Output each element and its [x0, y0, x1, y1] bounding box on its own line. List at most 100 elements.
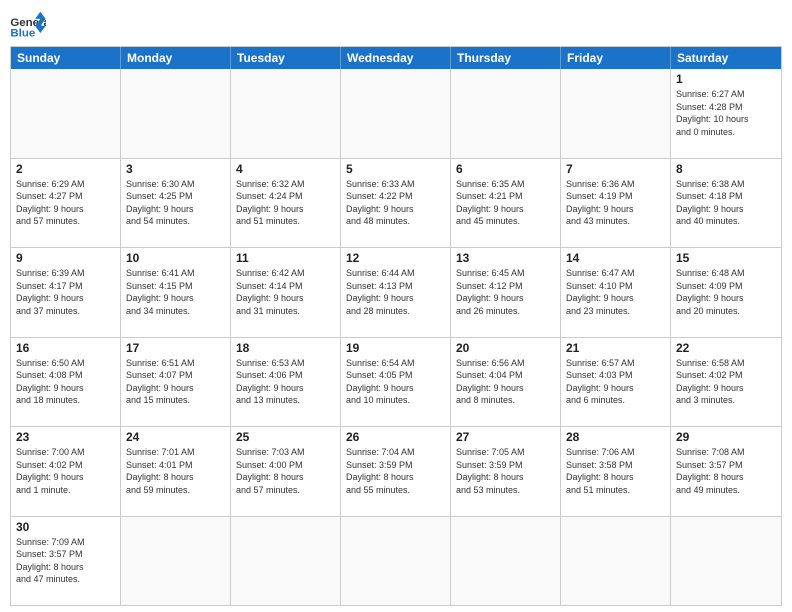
day-number: 5: [346, 162, 445, 176]
day-number: 8: [676, 162, 776, 176]
day-info: Sunrise: 6:42 AM Sunset: 4:14 PM Dayligh…: [236, 267, 335, 317]
svg-text:Blue: Blue: [10, 27, 35, 39]
day-info: Sunrise: 6:58 AM Sunset: 4:02 PM Dayligh…: [676, 357, 776, 407]
day-info: Sunrise: 6:30 AM Sunset: 4:25 PM Dayligh…: [126, 178, 225, 228]
day-cell-28: 28 Sunrise: 7:06 AM Sunset: 3:58 PM Dayli…: [561, 427, 671, 517]
day-cell-25: 25 Sunrise: 7:03 AM Sunset: 4:00 PM Dayli…: [231, 427, 341, 517]
day-info: Sunrise: 7:01 AM Sunset: 4:01 PM Dayligh…: [126, 446, 225, 496]
day-number: 7: [566, 162, 665, 176]
day-info: Sunrise: 6:56 AM Sunset: 4:04 PM Dayligh…: [456, 357, 555, 407]
day-info: Sunrise: 6:27 AM Sunset: 4:28 PM Dayligh…: [676, 88, 776, 138]
day-cell-17: 17 Sunrise: 6:51 AM Sunset: 4:07 PM Dayli…: [121, 338, 231, 428]
day-info: Sunrise: 6:41 AM Sunset: 4:15 PM Dayligh…: [126, 267, 225, 317]
day-info: Sunrise: 6:32 AM Sunset: 4:24 PM Dayligh…: [236, 178, 335, 228]
day-info: Sunrise: 6:54 AM Sunset: 4:05 PM Dayligh…: [346, 357, 445, 407]
day-info: Sunrise: 7:05 AM Sunset: 3:59 PM Dayligh…: [456, 446, 555, 496]
day-info: Sunrise: 7:09 AM Sunset: 3:57 PM Dayligh…: [16, 536, 115, 586]
empty-cell: [11, 69, 121, 159]
day-cell-27: 27 Sunrise: 7:05 AM Sunset: 3:59 PM Dayli…: [451, 427, 561, 517]
day-cell-21: 21Sunrise: 6:57 AM Sunset: 4:03 PM Dayli…: [561, 338, 671, 428]
day-cell-24: 24 Sunrise: 7:01 AM Sunset: 4:01 PM Dayli…: [121, 427, 231, 517]
calendar-header: SundayMondayTuesdayWednesdayThursdayFrid…: [11, 47, 781, 69]
day-info: Sunrise: 6:39 AM Sunset: 4:17 PM Dayligh…: [16, 267, 115, 317]
day-cell-2: 2Sunrise: 6:29 AM Sunset: 4:27 PM Daylig…: [11, 159, 121, 249]
day-number: 6: [456, 162, 555, 176]
day-number: 24: [126, 430, 225, 444]
empty-cell: [561, 69, 671, 159]
day-number: 11: [236, 251, 335, 265]
logo-icon: General Blue: [10, 10, 46, 40]
day-header-thursday: Thursday: [451, 47, 561, 69]
day-cell-8: 8 Sunrise: 6:38 AM Sunset: 4:18 PM Daylig…: [671, 159, 781, 249]
day-cell-11: 11 Sunrise: 6:42 AM Sunset: 4:14 PM Dayli…: [231, 248, 341, 338]
calendar-body: 1 Sunrise: 6:27 AM Sunset: 4:28 PM Daylig…: [11, 69, 781, 605]
day-cell-20: 20 Sunrise: 6:56 AM Sunset: 4:04 PM Dayli…: [451, 338, 561, 428]
day-cell-12: 12 Sunrise: 6:44 AM Sunset: 4:13 PM Dayli…: [341, 248, 451, 338]
day-number: 13: [456, 251, 555, 265]
empty-cell: [341, 69, 451, 159]
logo: General Blue: [10, 10, 46, 40]
empty-cell: [341, 517, 451, 606]
day-number: 18: [236, 341, 335, 355]
calendar-page: General Blue SundayMondayTuesdayWednesda…: [0, 0, 792, 612]
empty-cell: [231, 69, 341, 159]
empty-cell: [561, 517, 671, 606]
day-info: Sunrise: 7:06 AM Sunset: 3:58 PM Dayligh…: [566, 446, 665, 496]
empty-cell: [451, 517, 561, 606]
day-info: Sunrise: 6:51 AM Sunset: 4:07 PM Dayligh…: [126, 357, 225, 407]
day-number: 1: [676, 72, 776, 86]
day-cell-23: 23Sunrise: 7:00 AM Sunset: 4:02 PM Dayli…: [11, 427, 121, 517]
day-header-friday: Friday: [561, 47, 671, 69]
day-info: Sunrise: 6:35 AM Sunset: 4:21 PM Dayligh…: [456, 178, 555, 228]
day-number: 20: [456, 341, 555, 355]
day-number: 12: [346, 251, 445, 265]
day-info: Sunrise: 6:38 AM Sunset: 4:18 PM Dayligh…: [676, 178, 776, 228]
day-number: 15: [676, 251, 776, 265]
day-number: 27: [456, 430, 555, 444]
day-number: 2: [16, 162, 115, 176]
day-info: Sunrise: 7:03 AM Sunset: 4:00 PM Dayligh…: [236, 446, 335, 496]
day-info: Sunrise: 7:08 AM Sunset: 3:57 PM Dayligh…: [676, 446, 776, 496]
day-cell-16: 16 Sunrise: 6:50 AM Sunset: 4:08 PM Dayli…: [11, 338, 121, 428]
day-cell-26: 26 Sunrise: 7:04 AM Sunset: 3:59 PM Dayli…: [341, 427, 451, 517]
day-header-wednesday: Wednesday: [341, 47, 451, 69]
day-cell-13: 13 Sunrise: 6:45 AM Sunset: 4:12 PM Dayli…: [451, 248, 561, 338]
day-number: 9: [16, 251, 115, 265]
day-info: Sunrise: 6:50 AM Sunset: 4:08 PM Dayligh…: [16, 357, 115, 407]
day-info: Sunrise: 6:36 AM Sunset: 4:19 PM Dayligh…: [566, 178, 665, 228]
day-cell-5: 5 Sunrise: 6:33 AM Sunset: 4:22 PM Daylig…: [341, 159, 451, 249]
day-info: Sunrise: 6:47 AM Sunset: 4:10 PM Dayligh…: [566, 267, 665, 317]
day-header-monday: Monday: [121, 47, 231, 69]
day-number: 21: [566, 341, 665, 355]
day-cell-19: 19 Sunrise: 6:54 AM Sunset: 4:05 PM Dayli…: [341, 338, 451, 428]
calendar: SundayMondayTuesdayWednesdayThursdayFrid…: [10, 46, 782, 606]
day-number: 4: [236, 162, 335, 176]
day-number: 16: [16, 341, 115, 355]
day-cell-14: 14Sunrise: 6:47 AM Sunset: 4:10 PM Dayli…: [561, 248, 671, 338]
day-number: 25: [236, 430, 335, 444]
day-number: 19: [346, 341, 445, 355]
day-cell-29: 29 Sunrise: 7:08 AM Sunset: 3:57 PM Dayli…: [671, 427, 781, 517]
empty-cell: [121, 69, 231, 159]
day-number: 28: [566, 430, 665, 444]
day-cell-18: 18 Sunrise: 6:53 AM Sunset: 4:06 PM Dayli…: [231, 338, 341, 428]
day-info: Sunrise: 6:44 AM Sunset: 4:13 PM Dayligh…: [346, 267, 445, 317]
day-info: Sunrise: 6:45 AM Sunset: 4:12 PM Dayligh…: [456, 267, 555, 317]
day-cell-15: 15 Sunrise: 6:48 AM Sunset: 4:09 PM Dayli…: [671, 248, 781, 338]
day-number: 29: [676, 430, 776, 444]
day-info: Sunrise: 6:48 AM Sunset: 4:09 PM Dayligh…: [676, 267, 776, 317]
day-number: 26: [346, 430, 445, 444]
day-cell-10: 10 Sunrise: 6:41 AM Sunset: 4:15 PM Dayli…: [121, 248, 231, 338]
day-cell-30: 30Sunrise: 7:09 AM Sunset: 3:57 PM Dayli…: [11, 517, 121, 606]
day-info: Sunrise: 6:53 AM Sunset: 4:06 PM Dayligh…: [236, 357, 335, 407]
day-header-saturday: Saturday: [671, 47, 781, 69]
day-info: Sunrise: 7:04 AM Sunset: 3:59 PM Dayligh…: [346, 446, 445, 496]
day-number: 10: [126, 251, 225, 265]
day-cell-6: 6 Sunrise: 6:35 AM Sunset: 4:21 PM Daylig…: [451, 159, 561, 249]
empty-cell: [121, 517, 231, 606]
day-cell-1: 1 Sunrise: 6:27 AM Sunset: 4:28 PM Daylig…: [671, 69, 781, 159]
day-info: Sunrise: 6:33 AM Sunset: 4:22 PM Dayligh…: [346, 178, 445, 228]
day-number: 17: [126, 341, 225, 355]
day-info: Sunrise: 7:00 AM Sunset: 4:02 PM Dayligh…: [16, 446, 115, 496]
day-number: 22: [676, 341, 776, 355]
